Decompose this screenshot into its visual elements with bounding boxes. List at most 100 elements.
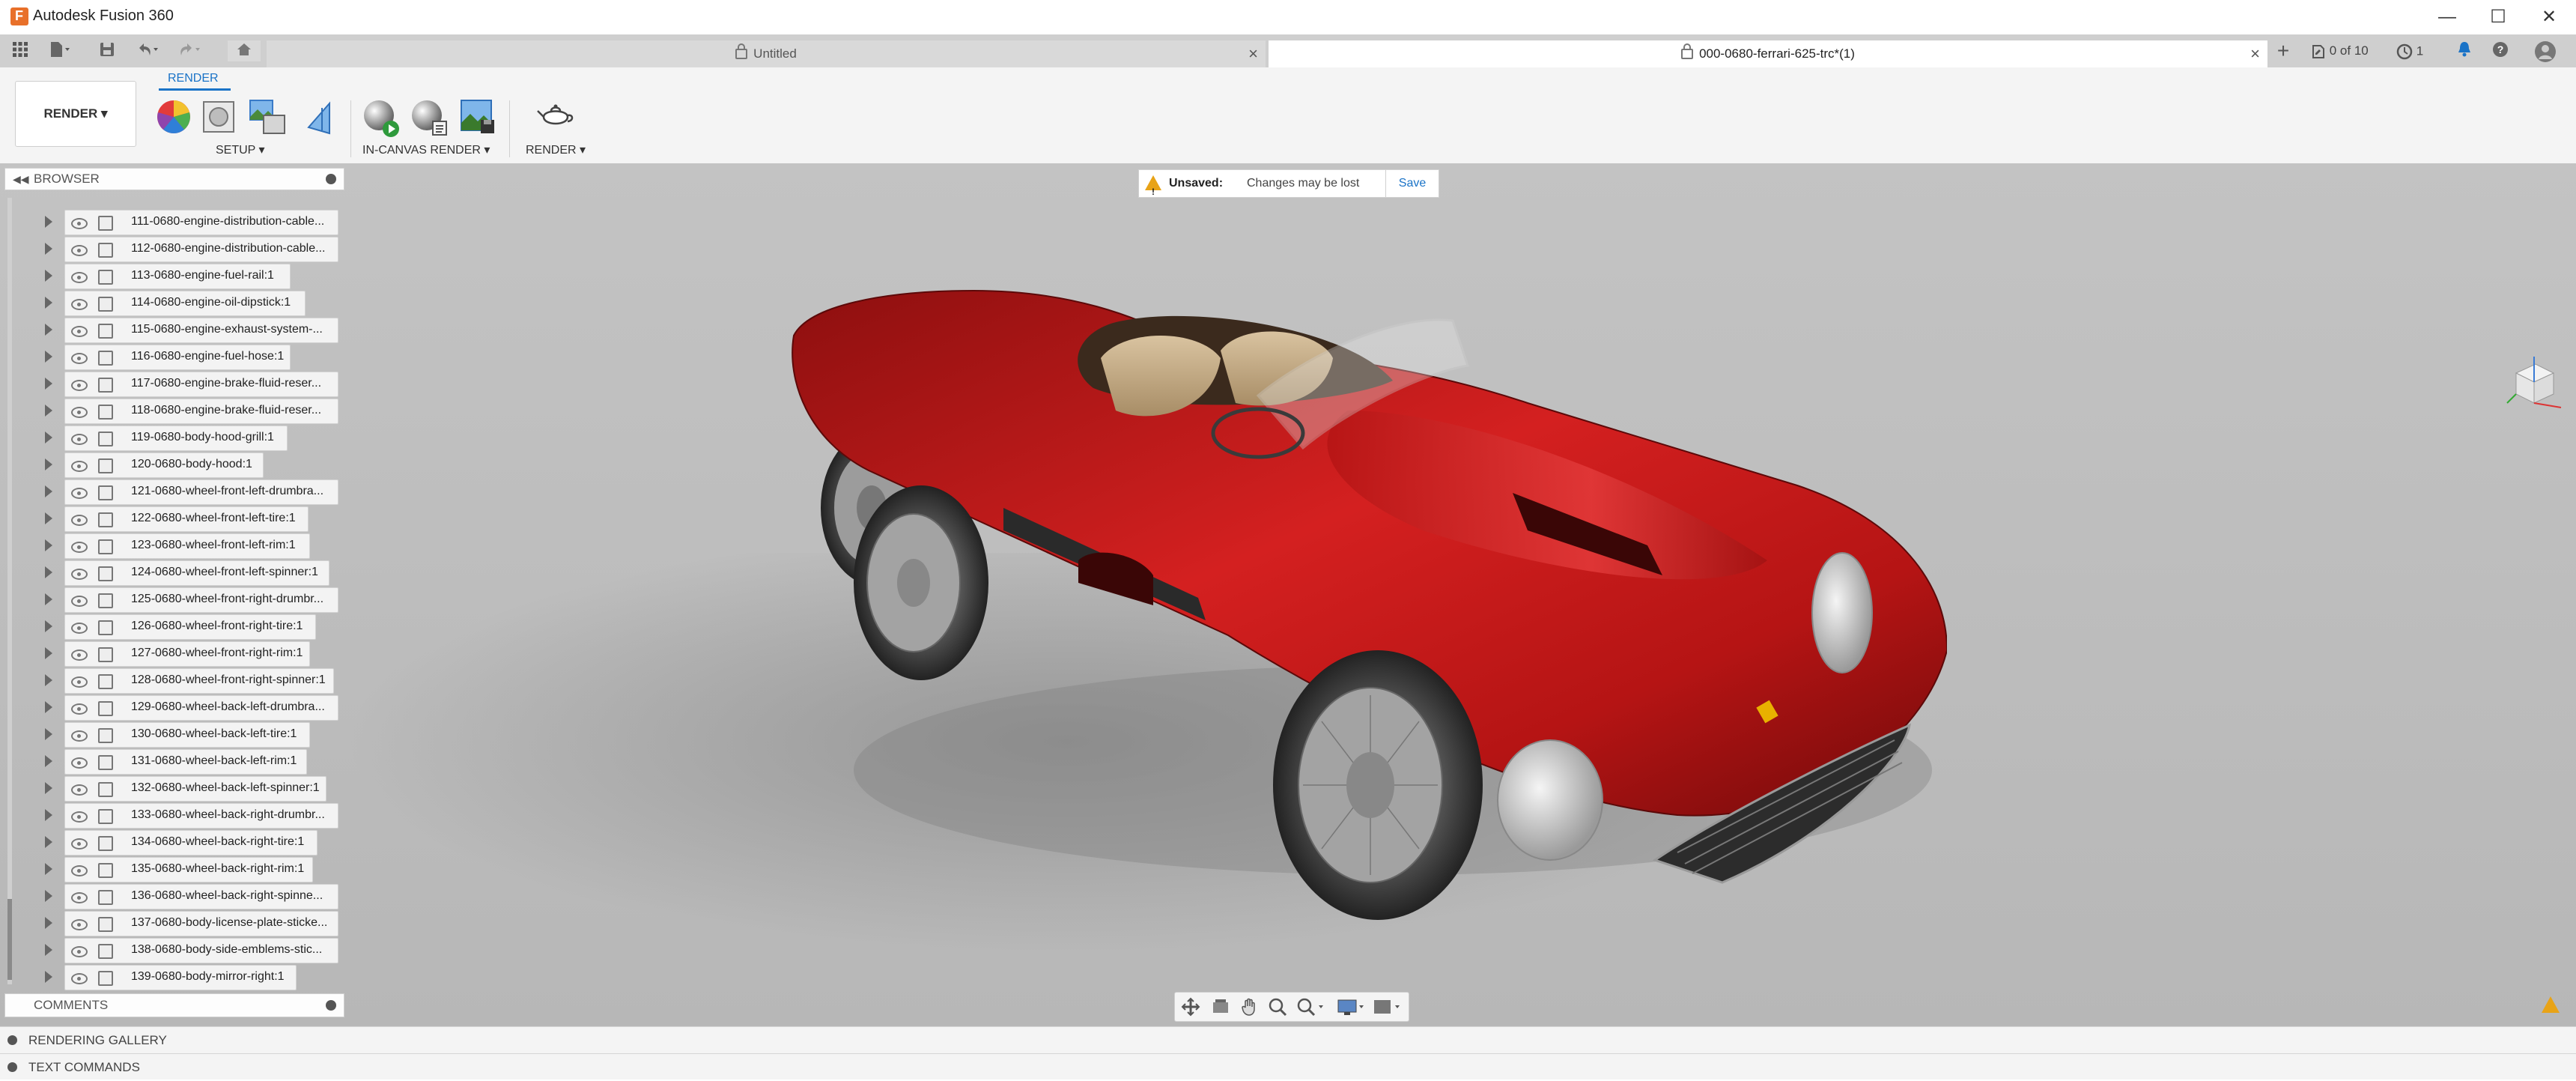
browser-tree-row[interactable]: 135-0680-wheel-back-right-rim:1: [0, 856, 343, 882]
component-node[interactable]: 124-0680-wheel-front-left-spinner:1: [64, 560, 329, 586]
comments-panel-header[interactable]: COMMENTS: [4, 993, 344, 1017]
browser-header[interactable]: ◀◀ BROWSER: [4, 168, 344, 190]
expand-arrow-icon[interactable]: [45, 324, 52, 336]
component-node[interactable]: 121-0680-wheel-front-left-drumbra...: [64, 479, 338, 505]
expand-arrow-icon[interactable]: [45, 270, 52, 282]
expand-arrow-icon[interactable]: [45, 836, 52, 848]
collapse-panel-icon[interactable]: ◀◀: [13, 169, 29, 190]
look-at-icon[interactable]: [1211, 997, 1230, 1017]
visibility-eye-icon[interactable]: [71, 380, 88, 391]
visibility-eye-icon[interactable]: [71, 811, 88, 823]
visibility-eye-icon[interactable]: [71, 218, 88, 229]
expand-arrow-icon[interactable]: [45, 890, 52, 902]
visibility-eye-icon[interactable]: [71, 973, 88, 984]
version-indicator[interactable]: 0 of 10: [2311, 43, 2369, 59]
visibility-eye-icon[interactable]: [71, 569, 88, 580]
browser-tree-row[interactable]: 121-0680-wheel-front-left-drumbra...: [0, 478, 343, 505]
visibility-eye-icon[interactable]: [71, 838, 88, 850]
browser-tree-row[interactable]: 117-0680-engine-brake-fluid-reser...: [0, 370, 343, 397]
browser-tree-row[interactable]: 116-0680-engine-fuel-hose:1: [0, 343, 343, 370]
undo-icon[interactable]: [135, 40, 158, 61]
maximize-button[interactable]: ☐: [2474, 3, 2522, 31]
grid-snap-icon[interactable]: [1373, 997, 1400, 1017]
component-node[interactable]: 119-0680-body-hood-grill:1: [64, 426, 288, 451]
add-comment-icon[interactable]: [326, 1000, 336, 1011]
in-canvas-render-group-label[interactable]: IN-CANVAS RENDER ▾: [362, 142, 490, 157]
render-group-label[interactable]: RENDER ▾: [526, 142, 586, 157]
component-node[interactable]: 130-0680-wheel-back-left-tire:1: [64, 722, 310, 748]
expand-arrow-icon[interactable]: [45, 243, 52, 255]
visibility-eye-icon[interactable]: [71, 596, 88, 607]
expand-arrow-icon[interactable]: [45, 728, 52, 740]
redo-icon[interactable]: [177, 40, 200, 61]
save-link[interactable]: Save: [1385, 170, 1439, 197]
file-menu-icon[interactable]: [48, 40, 70, 61]
browser-tree-row[interactable]: 125-0680-wheel-front-right-drumbr...: [0, 586, 343, 613]
expand-arrow-icon[interactable]: [45, 863, 52, 875]
expand-arrow-icon[interactable]: [45, 944, 52, 956]
expand-arrow-icon[interactable]: [45, 593, 52, 605]
visibility-eye-icon[interactable]: [71, 623, 88, 634]
close-tab-icon[interactable]: ×: [2250, 40, 2260, 67]
visibility-eye-icon[interactable]: [71, 434, 88, 445]
visibility-eye-icon[interactable]: [71, 542, 88, 553]
browser-tree-row[interactable]: 138-0680-body-side-emblems-stic...: [0, 936, 343, 963]
job-status[interactable]: 1: [2396, 43, 2423, 60]
ferrari-625-trc-model[interactable]: [779, 246, 1947, 965]
texture-map-tool-icon[interactable]: [300, 97, 338, 136]
expand-arrow-icon[interactable]: [45, 512, 52, 524]
help-icon[interactable]: ?: [2489, 40, 2512, 61]
visibility-eye-icon[interactable]: [71, 757, 88, 769]
component-node[interactable]: 117-0680-engine-brake-fluid-reser...: [64, 372, 338, 397]
expand-arrow-icon[interactable]: [45, 917, 52, 929]
visibility-eye-icon[interactable]: [71, 272, 88, 283]
visibility-eye-icon[interactable]: [71, 649, 88, 661]
browser-tree-row[interactable]: 134-0680-wheel-back-right-tire:1: [0, 829, 343, 856]
close-button[interactable]: ✕: [2525, 3, 2573, 31]
expand-arrow-icon[interactable]: [45, 297, 52, 309]
warning-icon[interactable]: [2542, 996, 2560, 1013]
tab-render[interactable]: RENDER: [168, 72, 219, 85]
expand-arrow-icon[interactable]: [45, 701, 52, 713]
new-tab-icon[interactable]: +: [2272, 40, 2294, 61]
expand-gallery-icon[interactable]: [7, 1035, 17, 1045]
browser-tree-row[interactable]: 122-0680-wheel-front-left-tire:1: [0, 505, 343, 532]
browser-tree-row[interactable]: 133-0680-wheel-back-right-drumbr...: [0, 802, 343, 829]
view-cube-icon[interactable]: [2501, 351, 2564, 414]
component-node[interactable]: 126-0680-wheel-front-right-tire:1: [64, 614, 316, 640]
component-node[interactable]: 125-0680-wheel-front-right-drumbr...: [64, 587, 338, 613]
render-teapot-icon[interactable]: [536, 97, 575, 136]
expand-arrow-icon[interactable]: [45, 809, 52, 821]
save-icon[interactable]: [96, 40, 118, 61]
visibility-eye-icon[interactable]: [71, 326, 88, 337]
expand-arrow-icon[interactable]: [45, 566, 52, 578]
visibility-eye-icon[interactable]: [71, 407, 88, 418]
component-node[interactable]: 123-0680-wheel-front-left-rim:1: [64, 533, 310, 559]
expand-arrow-icon[interactable]: [45, 971, 52, 983]
browser-tree-row[interactable]: 128-0680-wheel-front-right-spinner:1: [0, 667, 343, 694]
component-node[interactable]: 137-0680-body-license-plate-sticke...: [64, 911, 338, 936]
expand-arrow-icon[interactable]: [45, 351, 52, 363]
component-node[interactable]: 120-0680-body-hood:1: [64, 452, 264, 478]
expand-arrow-icon[interactable]: [45, 485, 52, 497]
component-node[interactable]: 112-0680-engine-distribution-cable...: [64, 237, 338, 262]
visibility-eye-icon[interactable]: [71, 730, 88, 742]
expand-arrow-icon[interactable]: [45, 458, 52, 470]
expand-arrow-icon[interactable]: [45, 216, 52, 228]
component-node[interactable]: 122-0680-wheel-front-left-tire:1: [64, 506, 309, 532]
browser-tree-row[interactable]: 136-0680-wheel-back-right-spinne...: [0, 882, 343, 909]
browser-tree-row[interactable]: 115-0680-engine-exhaust-system-...: [0, 316, 343, 343]
pan-hand-icon[interactable]: [1239, 997, 1259, 1017]
appearance-tool-icon[interactable]: [154, 97, 193, 136]
visibility-eye-icon[interactable]: [71, 299, 88, 310]
orbit-icon[interactable]: [1181, 997, 1200, 1017]
browser-tree-row[interactable]: 118-0680-engine-brake-fluid-reser...: [0, 397, 343, 424]
browser-tree-row[interactable]: 131-0680-wheel-back-left-rim:1: [0, 748, 343, 775]
minimize-button[interactable]: —: [2423, 3, 2471, 31]
browser-tree-row[interactable]: 111-0680-engine-distribution-cable...: [0, 208, 343, 235]
expand-arrow-icon[interactable]: [45, 647, 52, 659]
decal-tool-icon[interactable]: [247, 97, 286, 136]
component-node[interactable]: 127-0680-wheel-front-right-rim:1: [64, 641, 310, 667]
component-node[interactable]: 136-0680-wheel-back-right-spinne...: [64, 884, 338, 909]
component-node[interactable]: 129-0680-wheel-back-left-drumbra...: [64, 695, 338, 721]
